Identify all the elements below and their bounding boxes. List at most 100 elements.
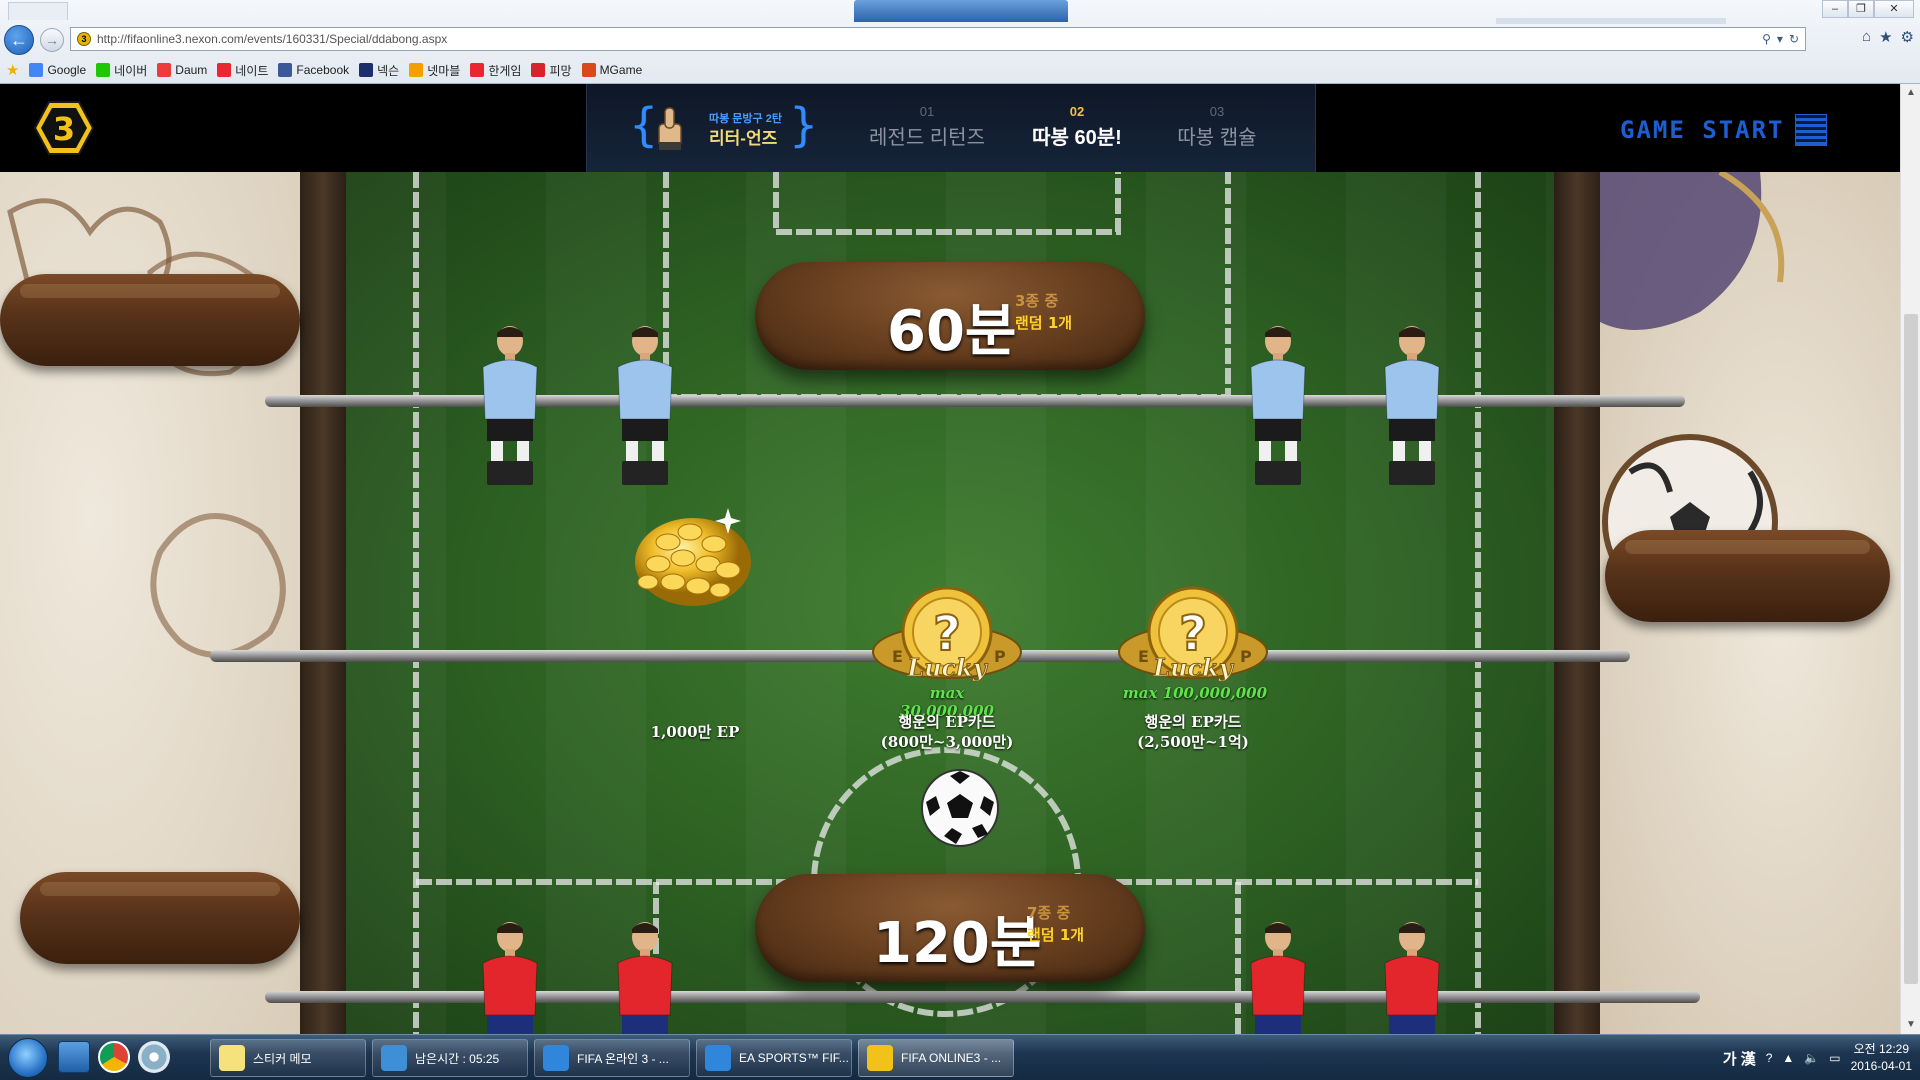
browser-tab-inactive[interactable] (8, 2, 68, 20)
favorites-bar: ★ Google 네이버 Daum 네이트 Facebook 넥슨 넷마블 한게임 피망 MGam… (0, 58, 1920, 82)
page-scrollbar[interactable]: ▲ ▼ (1900, 84, 1920, 1034)
foosball-player-red-4 (1384, 922, 1440, 1034)
taskbar-item-label: FIFA 온라인 3 - ... (577, 1051, 669, 1066)
taskbar-item[interactable]: EA SPORTS™ FIF... (696, 1039, 852, 1077)
forward-button[interactable]: → (40, 28, 64, 52)
settings-gear-icon[interactable]: ⚙ (1901, 28, 1914, 46)
svg-text:P: P (1240, 647, 1252, 666)
maximize-button[interactable]: ❐ (1848, 0, 1874, 18)
favorite-netmarble[interactable]: 넷마블 (409, 62, 460, 79)
svg-text:3: 3 (53, 110, 75, 148)
media-player-icon[interactable] (138, 1041, 170, 1073)
favorites-star-icon[interactable]: ★ (1879, 28, 1892, 46)
event-nav: { 따봉 문방구 2탄 리터-언즈 } 01 레전드 리턴즈 02 따봉 60분… (586, 84, 1316, 172)
address-tools: ⚲ ▾ ↻ (1762, 32, 1805, 46)
mult-icon (381, 1045, 407, 1071)
search-icon[interactable]: ⚲ (1762, 32, 1771, 46)
lucky-card-range: (800만~3,000만) (880, 733, 1014, 751)
back-button[interactable]: ← (4, 25, 34, 55)
favorite-daum[interactable]: Daum (157, 63, 207, 77)
hangame-icon (470, 63, 485, 77)
grid-icon (1794, 114, 1827, 146)
favorite-facebook[interactable]: Facebook (278, 63, 349, 77)
facebook-icon (278, 63, 293, 77)
game-start-button[interactable]: GAME START (1620, 114, 1827, 146)
site-header: 3 { 따봉 문방구 2탄 리터-언즈 } 01 레전드 리턴즈 02 따봉 6… (0, 84, 1900, 172)
start-button[interactable] (8, 1038, 48, 1078)
lucky-card-title: 행운의 EP카드 (1144, 713, 1242, 731)
plaque-random-label: 랜덤 1개 (1015, 314, 1073, 332)
event-badge[interactable]: { 따봉 문방구 2탄 리터-언즈 } (629, 100, 818, 154)
browser-tab-active[interactable] (854, 0, 1068, 22)
event-badge-title: 리터-언즈 (709, 129, 778, 148)
max-amount-label: max 100,000,000 (1122, 684, 1268, 702)
scroll-down-icon[interactable]: ▼ (1901, 1016, 1920, 1034)
table-wood-frame-left (300, 172, 346, 1034)
favorite-label: Daum (175, 63, 208, 77)
taskbar-item[interactable]: 스티커 메모 (210, 1039, 366, 1077)
favorite-naver[interactable]: 네이버 (96, 62, 147, 79)
lucky-ep-coin-icon: ? E P Lucky (872, 586, 1022, 683)
lucky-ep-coin-icon: ? E P Lucky (1118, 586, 1268, 683)
favorite-label: 피망 (549, 63, 572, 78)
dropdown-icon[interactable]: ▾ (1777, 32, 1783, 46)
favorite-label: 넥슨 (377, 63, 400, 78)
tab-ddabong-60min[interactable]: 02 따봉 60분! (1027, 104, 1127, 150)
network-icon[interactable]: ▭ (1829, 1051, 1840, 1065)
right-brace-icon: } (789, 98, 819, 152)
rod-handle-bottom-left[interactable] (20, 872, 300, 964)
tab-number: 02 (1069, 104, 1085, 119)
chrome-icon[interactable] (98, 1041, 130, 1073)
daum-icon (157, 63, 172, 77)
taskbar-item[interactable]: FIFA ONLINE3 - ... (858, 1039, 1014, 1077)
url-text[interactable]: http://fifaonline3.nexon.com/events/1603… (97, 32, 447, 46)
address-bar[interactable]: 3 http://fifaonline3.nexon.com/events/16… (70, 27, 1806, 51)
home-icon[interactable]: ⌂ (1862, 28, 1871, 46)
tab-legend-returns[interactable]: 01 레전드 리턴즈 (862, 104, 992, 150)
rod-handle-middle-right[interactable] (1605, 530, 1890, 622)
sticky-notes-icon (219, 1045, 245, 1071)
windows-taskbar: 스티커 메모 남은시간 : 05:25 FIFA 온라인 3 - ... EA SPO… (0, 1034, 1920, 1080)
taskbar-item[interactable]: 남은시간 : 05:25 (372, 1039, 528, 1077)
scroll-thumb[interactable] (1904, 314, 1918, 984)
volume-icon[interactable]: 🔈 (1804, 1051, 1819, 1065)
favorite-label: Google (47, 63, 87, 77)
favorite-nate[interactable]: 네이트 (217, 62, 268, 79)
svg-text:Lucky: Lucky (906, 653, 989, 682)
favorite-label: MGame (599, 63, 643, 77)
refresh-icon[interactable]: ↻ (1789, 32, 1799, 46)
desktop-icon[interactable] (58, 1041, 90, 1073)
netmarble-icon (409, 63, 424, 77)
plaque-count-label: 3종 중 (1015, 292, 1059, 310)
add-favorite-star-icon[interactable]: ★ (6, 61, 19, 79)
taskbar-item[interactable]: FIFA 온라인 3 - ... (534, 1039, 690, 1077)
favorite-nexon[interactable]: 넥슨 (359, 62, 399, 79)
minimize-button[interactable]: – (1822, 0, 1848, 18)
favorite-hangame[interactable]: 한게임 (470, 62, 521, 79)
ime-indicator[interactable]: 가 漢 (1723, 1048, 1756, 1069)
google-icon (29, 63, 44, 77)
tab-ddabong-capsule[interactable]: 03 따봉 캡슐 (1167, 104, 1267, 150)
favorite-mgame[interactable]: MGame (581, 63, 643, 77)
scroll-up-icon[interactable]: ▲ (1901, 84, 1920, 102)
game-start-label: GAME START (1620, 116, 1785, 144)
tab-number: 01 (919, 104, 935, 119)
foosball-player-blue-4 (1384, 326, 1440, 485)
show-hidden-icons-icon[interactable]: ▲ (1782, 1051, 1794, 1065)
rod-handle-top-left[interactable] (0, 274, 300, 366)
mgame-icon (581, 63, 596, 77)
close-button[interactable]: ✕ (1874, 0, 1914, 18)
thumbs-up-icon (658, 107, 682, 150)
favorite-google[interactable]: Google (29, 63, 86, 77)
clock[interactable]: 오전 12:29 2016-04-01 (1851, 1041, 1912, 1075)
favorite-label: 네이버 (114, 63, 148, 78)
help-icon[interactable]: ? (1766, 1051, 1773, 1065)
favorite-pmang[interactable]: 피망 (531, 62, 572, 79)
soccer-ball-icon[interactable] (918, 766, 1002, 850)
ie-icon (543, 1045, 569, 1071)
table-wood-frame-right (1554, 172, 1600, 1034)
web-page: 3 { 따봉 문방구 2탄 리터-언즈 } 01 레전드 리턴즈 02 따봉 6… (0, 84, 1900, 1034)
fifa-online3-logo[interactable]: 3 (34, 100, 94, 156)
foosball-player-blue-1 (482, 326, 538, 485)
reward-ep-label: 1,000만 EP (650, 723, 740, 741)
